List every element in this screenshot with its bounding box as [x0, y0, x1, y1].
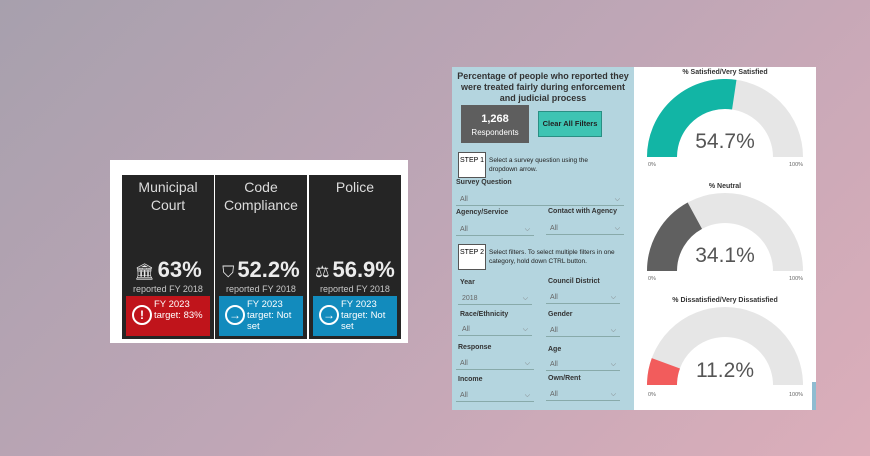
survey-dashboard: Percentage of people who reported they w…: [452, 67, 816, 410]
respondents-count: 1,268: [481, 113, 509, 125]
gauge-dissatisfied: % Dissatisfied/Very Dissatisfied 11.2% 0…: [634, 295, 816, 410]
year-dropdown[interactable]: 2018 ⌵: [458, 292, 532, 305]
district-dropdown[interactable]: All ⌵: [546, 291, 620, 304]
contact-label: Contact with Agency: [548, 208, 617, 215]
gauge-value: 54.7%: [695, 130, 755, 153]
survey-question-dropdown[interactable]: All ⌵: [456, 193, 624, 206]
tile-percentage: 🏛 63%: [134, 257, 202, 282]
district-label: Council District: [548, 278, 600, 285]
alert-icon: !: [132, 305, 152, 325]
tile-percentage: ⚖ 56.9%: [315, 257, 395, 282]
filter-panel: Percentage of people who reported they w…: [452, 67, 634, 410]
agency-dropdown[interactable]: All ⌵: [456, 223, 534, 236]
chevron-down-icon: ⌵: [524, 226, 530, 233]
chevron-down-icon: ⌵: [614, 225, 620, 232]
chevron-down-icon: ⌵: [610, 327, 616, 334]
age-dropdown[interactable]: All ⌵: [546, 358, 620, 371]
target-text: FY 2023 target: Not set: [341, 299, 386, 332]
gauge-title: % Dissatisfied/Very Dissatisfied: [672, 297, 778, 304]
gauge-min: 0%: [648, 162, 656, 168]
tile-name: Code Compliance: [224, 179, 298, 213]
age-label: Age: [548, 346, 562, 353]
courthouse-icon: 🏛: [134, 264, 155, 281]
target-text: FY 2023 target: Not set: [247, 299, 292, 332]
arrow-right-icon: →: [225, 305, 245, 325]
chevron-down-icon: ⌵: [524, 392, 530, 399]
tile-municipal-court[interactable]: Municipal Court 🏛 63% reported FY 2018 ! …: [122, 175, 214, 339]
survey-question-label: Survey Question: [456, 179, 512, 186]
gauge-title: % Satisfied/Very Satisfied: [682, 69, 768, 76]
target-badge: ! FY 2023 target: 83%: [126, 296, 210, 336]
step1-badge: STEP 1: [458, 152, 486, 178]
scales-icon: ⚖: [315, 264, 330, 281]
arrow-right-icon: →: [319, 305, 339, 325]
chevron-down-icon: ⌵: [614, 196, 620, 203]
target-badge: → FY 2023 target: Not set: [313, 296, 397, 336]
department-fairness-card: Municipal Court 🏛 63% reported FY 2018 ! …: [110, 160, 408, 343]
gauge-title: % Neutral: [708, 183, 742, 190]
tile-police[interactable]: Police ⚖ 56.9% reported FY 2018 → FY 2023…: [309, 175, 401, 339]
respondents-box: 1,268 Respondents: [461, 105, 529, 143]
gender-dropdown[interactable]: All ⌵: [546, 324, 620, 337]
chevron-down-icon: ⌵: [522, 295, 528, 302]
chevron-down-icon: ⌵: [524, 360, 530, 367]
tile-subtitle: reported FY 2018: [133, 284, 203, 294]
chevron-down-icon: ⌵: [610, 294, 616, 301]
race-dropdown[interactable]: All ⌵: [458, 323, 532, 336]
contact-dropdown[interactable]: All ⌵: [546, 222, 624, 235]
income-dropdown[interactable]: All ⌵: [456, 389, 534, 402]
income-label: Income: [458, 376, 483, 383]
response-label: Response: [458, 344, 492, 351]
chevron-down-icon: ⌵: [522, 326, 528, 333]
gauge-neutral: % Neutral 34.1% 0% 100%: [634, 181, 816, 296]
tile-subtitle: reported FY 2018: [226, 284, 296, 294]
race-label: Race/Ethnicity: [460, 311, 509, 318]
agency-label: Agency/Service: [456, 209, 509, 216]
target-text: FY 2023 target: 83%: [154, 299, 203, 321]
chevron-down-icon: ⌵: [610, 361, 616, 368]
respondents-label: Respondents: [471, 128, 519, 137]
tile-percentage: ⛉ 52.2%: [222, 257, 300, 282]
tile-code-compliance[interactable]: Code Compliance ⛉ 52.2% reported FY 2018 …: [215, 175, 307, 339]
gauge-max: 100%: [789, 392, 804, 398]
gauge-max: 100%: [789, 162, 804, 168]
gauge-min: 0%: [648, 276, 656, 282]
gauge-value: 11.2%: [696, 359, 754, 382]
step1-instructions: Select a survey question using the dropd…: [489, 157, 589, 173]
scrollbar[interactable]: [812, 382, 816, 410]
gauge-value: 34.1%: [695, 244, 755, 267]
step2-instructions: Select filters. To select multiple filte…: [489, 249, 615, 265]
clear-filters-button[interactable]: Clear All Filters: [538, 111, 602, 137]
gauge-satisfied: % Satisfied/Very Satisfied 54.7% 0% 100%: [634, 67, 816, 182]
panel-title: Percentage of people who reported they w…: [457, 71, 629, 103]
gauge-max: 100%: [789, 276, 804, 282]
gender-label: Gender: [548, 311, 573, 318]
own-rent-label: Own/Rent: [548, 375, 581, 382]
gauge-min: 0%: [648, 392, 656, 398]
year-label: Year: [460, 279, 475, 286]
shield-icon: ⛉: [222, 264, 235, 281]
tile-name: Police: [335, 179, 375, 195]
tile-name: Municipal Court: [138, 179, 198, 213]
chevron-down-icon: ⌵: [610, 391, 616, 398]
target-badge: → FY 2023 target: Not set: [219, 296, 303, 336]
tile-subtitle: reported FY 2018: [320, 284, 390, 294]
own-rent-dropdown[interactable]: All ⌵: [546, 388, 620, 401]
step2-badge: STEP 2: [458, 244, 486, 270]
response-dropdown[interactable]: All ⌵: [456, 357, 534, 370]
